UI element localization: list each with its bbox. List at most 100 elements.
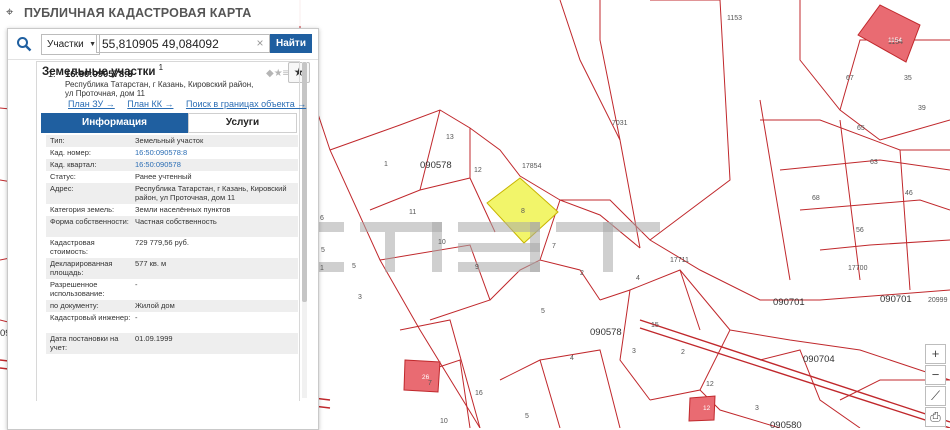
attribute-value: - xyxy=(135,280,138,289)
attribute-row: Кад. номер: 16:50:090578:8 xyxy=(46,147,298,159)
attribute-value: - xyxy=(135,313,138,322)
attribute-row: Кадастровая стоимость: 729 779,56 руб. xyxy=(46,237,298,258)
link-plan-zu[interactable]: План ЗУ → xyxy=(68,99,115,109)
parcel-label: 12 xyxy=(474,167,482,174)
attribute-value: Земли населённых пунктов xyxy=(135,205,231,214)
attribute-value[interactable]: 16:50:090578:8 xyxy=(135,148,295,158)
attribute-row: по документу: Жилой дом xyxy=(46,300,298,312)
attribute-row: Категория земель: Земли населённых пункто… xyxy=(46,204,298,216)
attribute-label: Кад. квартал: xyxy=(50,160,97,169)
search-input[interactable]: 55,810905 49,084092 xyxy=(96,34,270,53)
tab-information[interactable]: Информация xyxy=(41,113,188,133)
parcel-label: 6 xyxy=(320,215,324,222)
building-label: 12 xyxy=(703,405,711,412)
parcel-label: 15 xyxy=(651,322,659,329)
parcel-label: 11 xyxy=(409,209,416,216)
quarter-label: 090701 xyxy=(773,297,805,308)
scrollbar[interactable] xyxy=(302,62,307,398)
attribute-row: Разрешенное использование: - xyxy=(46,279,298,300)
parcel-label: 67 xyxy=(846,75,854,82)
building-label: 1154 xyxy=(888,37,902,44)
attribute-label: по документу: xyxy=(50,301,99,310)
attribute-row: Статус: Ранее учтенный xyxy=(46,171,298,183)
attribute-label: Кадастровая стоимость: xyxy=(50,238,95,256)
attribute-value[interactable]: 16:50:090578 xyxy=(135,160,295,170)
parcel-label: 56 xyxy=(856,227,864,234)
parcel-label: 2 xyxy=(681,349,685,356)
parcel-label: 68 xyxy=(812,195,820,202)
quarter-label: 090578 xyxy=(590,327,622,338)
parcel-label: 39 xyxy=(918,105,926,112)
link-search-in-bounds[interactable]: Поиск в границах объекта → xyxy=(186,99,306,109)
attribute-label: Форма собственности: xyxy=(50,217,129,226)
parcel-label: 10 xyxy=(440,418,448,425)
parcel-label: 3 xyxy=(755,405,759,412)
parcel-label: 5 xyxy=(525,413,529,420)
tab-services[interactable]: Услуги xyxy=(188,113,297,133)
star-icon[interactable]: ★ xyxy=(274,68,283,79)
quarter-label: 090701 xyxy=(880,294,912,305)
quarter-label: 090580 xyxy=(770,420,802,428)
parcel-label: 3 xyxy=(358,294,362,301)
ruler-icon[interactable]: ⟋ xyxy=(925,386,946,406)
building-label: 26 xyxy=(422,374,430,381)
parcel-label: 46 xyxy=(905,190,913,197)
object-type-label: Участки xyxy=(47,39,84,50)
parcel-label: 1 xyxy=(384,161,388,168)
link-plan-kk[interactable]: План КК → xyxy=(127,99,173,109)
parcel-label: 4 xyxy=(636,275,640,282)
card-actions: ◆★≡ xyxy=(266,68,289,79)
result-cad-number[interactable]: 16:50:090578:8 xyxy=(65,69,133,80)
attribute-value: 01.09.1999 xyxy=(135,334,173,343)
search-icon[interactable] xyxy=(16,36,32,52)
attribute-value: Земельный участок xyxy=(135,136,204,145)
attribute-label: Кадастровый инженер: xyxy=(50,313,131,322)
parcel-label: 16 xyxy=(475,390,483,397)
app-title: ПУБЛИЧНАЯ КАДАСТРОВАЯ КАРТА xyxy=(24,6,252,20)
parcel-label: 5 xyxy=(321,247,325,254)
find-button[interactable]: Найти xyxy=(270,34,312,53)
attribute-row: Кад. квартал: 16:50:090578 xyxy=(46,159,298,171)
building-12 xyxy=(688,395,716,422)
attribute-row: Кадастровый инженер: - xyxy=(46,312,298,333)
attribute-label: Статус: xyxy=(50,172,76,181)
parcel-label: 20999 xyxy=(928,297,948,304)
quarter-label: 090704 xyxy=(803,354,835,365)
object-type-select[interactable]: Участки ▼ xyxy=(41,34,100,55)
parcel-label: 13 xyxy=(446,134,454,141)
parcel-label: 3 xyxy=(632,348,636,355)
search-bar: Участки ▼ 55,810905 49,084092 × Найти xyxy=(8,29,318,60)
attribute-label: Декларированная площадь: xyxy=(50,259,113,277)
parcel-label: 63 xyxy=(870,159,878,166)
zoom-out-button[interactable]: − xyxy=(925,365,946,385)
zoom-in-button[interactable]: + xyxy=(925,344,946,364)
attribute-value: Частная собственность xyxy=(135,217,217,226)
attribute-value: Жилой дом xyxy=(135,301,175,310)
attribute-label: Адрес: xyxy=(50,184,74,193)
attribute-label: Дата постановки на учет: xyxy=(50,334,119,352)
parcel-label: 5 xyxy=(541,308,545,315)
clear-icon[interactable]: × xyxy=(254,34,266,53)
parcel-label: 2 xyxy=(580,270,584,277)
address-line-2: ул Проточная, дом 11 xyxy=(65,89,145,98)
attribute-row: Адрес: Республика Татарстан, г Казань, Ки… xyxy=(46,183,298,204)
scroll-thumb[interactable] xyxy=(302,62,307,302)
print-icon[interactable]: ⎙ xyxy=(925,407,946,427)
map-tools: + − ⟋ ⎙ xyxy=(925,344,946,428)
attribute-row: Форма собственности: Частная собственност… xyxy=(46,216,298,237)
result-links: План ЗУ → План КК → Поиск в границах объ… xyxy=(68,99,316,109)
attribute-label: Тип: xyxy=(50,136,65,145)
quarter-label: 090578 xyxy=(420,160,452,171)
parcel-label: 65 xyxy=(857,125,865,132)
parcel-label: 1 xyxy=(320,265,324,272)
attribute-value: 577 кв. м xyxy=(135,259,167,268)
parcel-label: 12 xyxy=(706,381,714,388)
parcel-label: 7 xyxy=(428,380,432,387)
parcel-label: 4 xyxy=(570,355,574,362)
map-pin-icon: ⌖ xyxy=(6,4,14,19)
attribute-label: Разрешенное использование: xyxy=(50,280,105,298)
menu-icon[interactable]: ≡ xyxy=(283,68,289,79)
attribute-value: Ранее учтенный xyxy=(135,172,192,181)
parcel-label: 10 xyxy=(438,239,446,246)
pin-icon[interactable]: ◆ xyxy=(266,68,274,79)
